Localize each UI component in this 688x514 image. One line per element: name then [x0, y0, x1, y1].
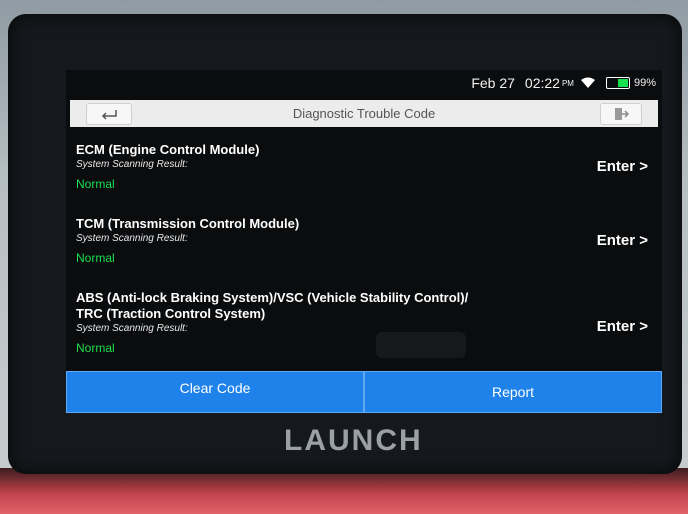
enter-button-ecm[interactable]: Enter > — [597, 158, 648, 175]
module-abs[interactable]: ABS (Anti-lock Braking System)/VSC (Vehi… — [76, 290, 646, 355]
status-date: Feb 27 — [471, 75, 515, 91]
back-button[interactable] — [86, 103, 132, 125]
module-name-line2: TRC (Traction Control System) — [76, 306, 266, 321]
scan-result: Normal — [76, 341, 115, 355]
page-title: Diagnostic Trouble Code — [292, 106, 436, 121]
brand-logo: LAUNCH — [284, 424, 423, 457]
status-time: 02:22 — [524, 75, 560, 91]
exit-button[interactable] — [600, 103, 642, 125]
report-button[interactable]: Report — [364, 371, 662, 413]
scan-label: System Scanning Result: — [76, 323, 188, 334]
scan-label: System Scanning Result: — [76, 159, 188, 170]
scan-label: System Scanning Result: — [76, 233, 188, 244]
title-bar: Diagnostic Trouble Code — [70, 100, 658, 127]
enter-button-abs[interactable]: Enter > — [597, 318, 648, 335]
back-arrow-icon — [101, 110, 117, 120]
clear-code-button[interactable]: Clear Code — [66, 371, 364, 413]
module-name-line1: ABS (Anti-lock Braking System)/VSC (Vehi… — [76, 290, 469, 305]
battery-icon — [605, 77, 630, 89]
module-ecm[interactable]: ECM (Engine Control Module) System Scann… — [76, 142, 646, 191]
action-bar: Clear Code Report — [66, 371, 662, 413]
scan-result: Normal — [76, 251, 115, 265]
status-bar: Feb 27 02:22 PM 99% — [66, 70, 662, 96]
module-name: TCM (Transmission Control Module) — [76, 216, 300, 231]
status-ampm: PM — [561, 78, 574, 88]
exit-icon — [615, 108, 629, 120]
module-name: ECM (Engine Control Module) — [76, 142, 260, 157]
battery-percent: 99% — [633, 77, 656, 89]
module-tcm[interactable]: TCM (Transmission Control Module) System… — [76, 216, 646, 265]
scan-result: Normal — [76, 177, 115, 191]
device-screen: Feb 27 02:22 PM 99% Diagnostic Trouble C… — [66, 70, 662, 413]
screen-glare — [376, 332, 466, 358]
wifi-icon — [580, 77, 595, 88]
enter-button-tcm[interactable]: Enter > — [597, 232, 648, 249]
tablet-case-edge — [0, 468, 688, 514]
